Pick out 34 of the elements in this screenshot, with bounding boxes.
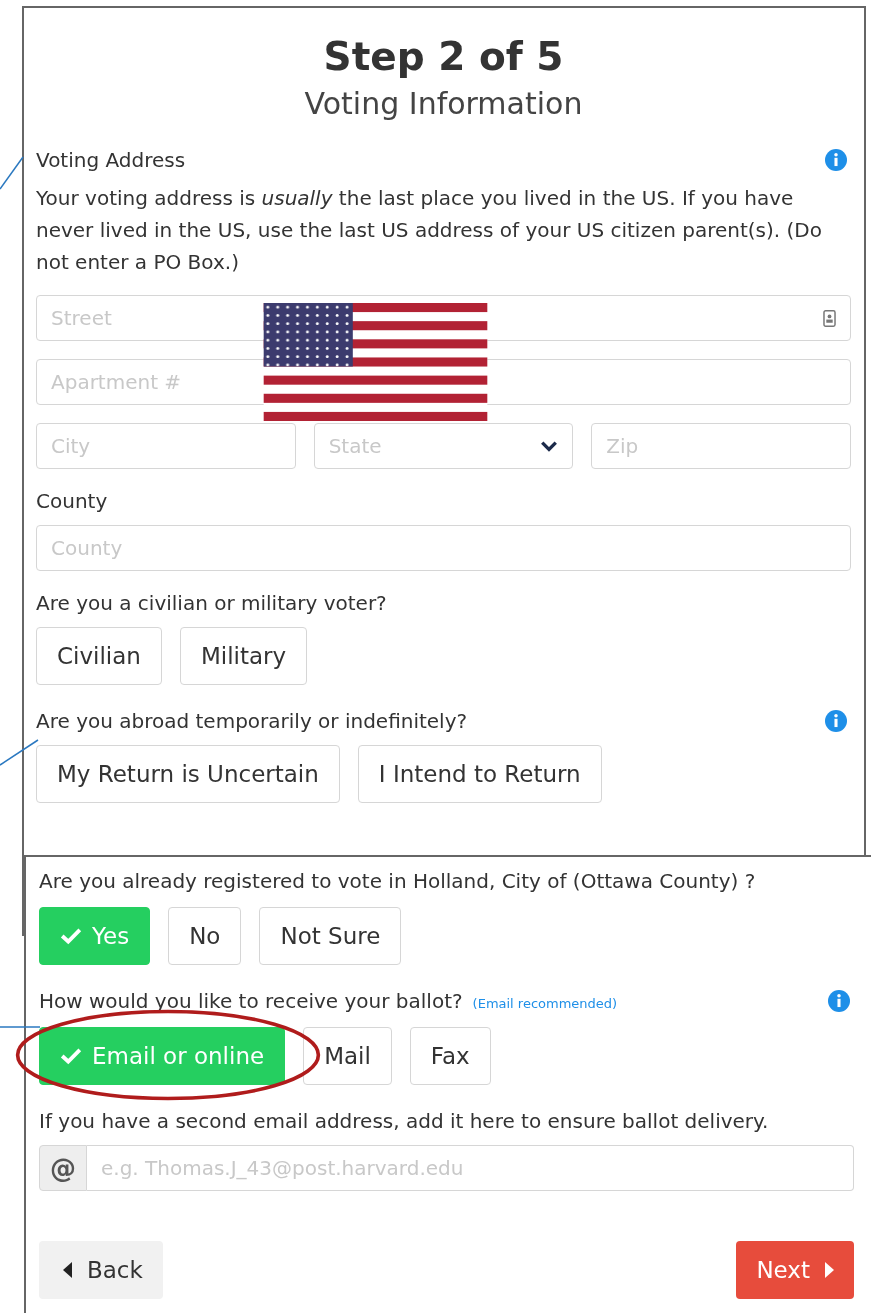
option-button[interactable]: I Intend to Return [357, 745, 602, 803]
option-button[interactable]: Military [179, 627, 308, 685]
option-button[interactable]: Not Sure [259, 907, 402, 965]
question-text: Are you a civilian or military voter? [36, 591, 387, 615]
chevron-down-icon [540, 440, 559, 452]
step-title: Step 2 of 5 [322, 33, 565, 81]
next-button[interactable]: Next [736, 1241, 854, 1299]
field-label: If you have a second email address, add it here to ensure ballot delivery. [39, 1109, 769, 1133]
contact-card-icon [823, 309, 836, 327]
back-button[interactable]: Back [39, 1241, 163, 1299]
option-button[interactable]: Mail [303, 1027, 392, 1085]
field-label: Voting Address [36, 148, 186, 172]
question-text: Are you already registered to vote in Holland, City of (Ottawa County) ? [39, 869, 756, 893]
check-icon [60, 927, 82, 945]
option-button[interactable]: Civilian [36, 627, 162, 685]
question-text: Are you abroad temporarily or indefinitely? [36, 709, 468, 733]
caret-left-icon [63, 1262, 73, 1278]
info-icon[interactable] [828, 990, 850, 1012]
leader-line [0, 738, 40, 766]
note-text: (Email recommended) [472, 996, 618, 1011]
caret-right-icon [824, 1262, 834, 1278]
option-button[interactable]: No [168, 907, 242, 965]
check-icon [60, 1047, 82, 1065]
section-title: Voting Information [303, 85, 584, 123]
leader-line [0, 1025, 40, 1029]
description-text: Your voting address is usually the last place you lived in the US. If you have never lived in the US, use the last US address of your US citizen parent(s). (Do not enter a PO Box.) [36, 185, 823, 276]
info-icon[interactable] [825, 710, 847, 732]
field-label: County [36, 489, 108, 513]
question-text: How would you like to receive your ballot? [39, 989, 463, 1013]
option-button[interactable]: Fax [409, 1027, 491, 1085]
at-sign-addon: @ [39, 1145, 87, 1191]
info-icon[interactable] [825, 149, 847, 171]
leader-line [0, 155, 24, 191]
option-button[interactable]: My Return is Uncertain [36, 745, 340, 803]
